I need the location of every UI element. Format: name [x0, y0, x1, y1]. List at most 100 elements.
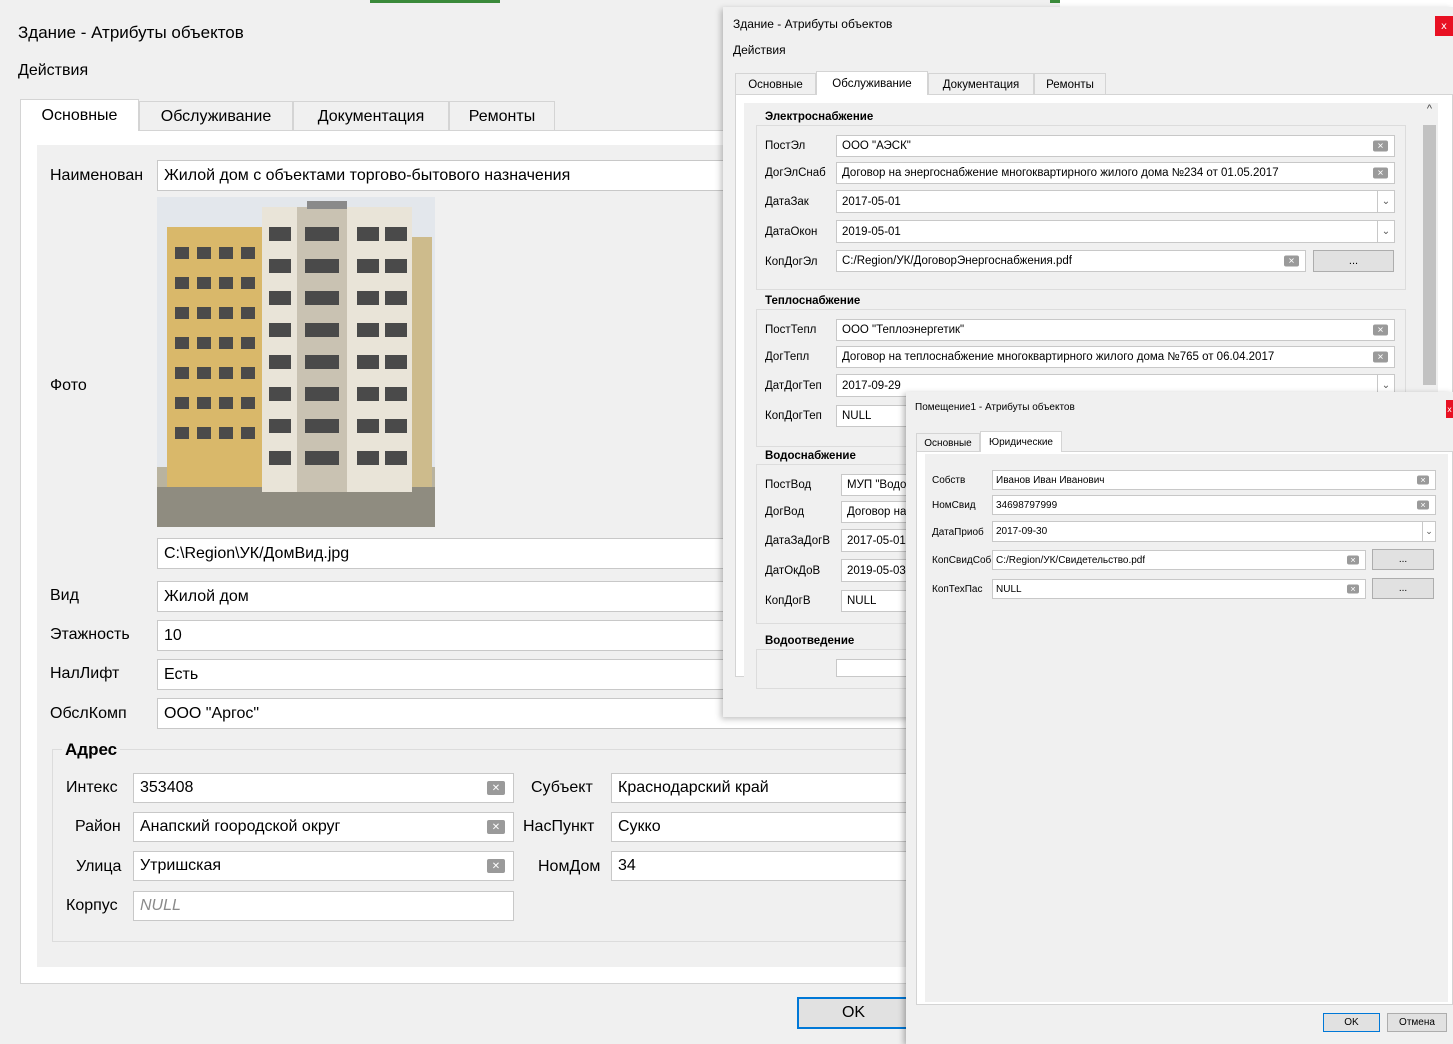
tab-bar: Основные Обслуживание Документация Ремон…	[20, 99, 555, 131]
room-attributes-window: Помещение1 - Атрибуты объектов x Основны…	[906, 392, 1453, 1044]
passport-browse-button[interactable]: ...	[1372, 578, 1434, 599]
window-title: Здание - Атрибуты объектов	[733, 17, 893, 31]
water-supplier-label: ПостВод	[765, 479, 812, 491]
house-label: НомДом	[538, 858, 601, 875]
water-date-from-label: ДатаЗаДогВ	[765, 535, 830, 547]
menu-actions[interactable]: Действия	[18, 62, 88, 80]
passport-field[interactable]: NULL ✕	[992, 579, 1366, 599]
clear-icon[interactable]: ✕	[1373, 351, 1388, 363]
tab-repairs[interactable]: Ремонты	[449, 101, 555, 131]
clear-icon[interactable]: ✕	[487, 859, 505, 873]
clear-icon[interactable]: ✕	[1347, 555, 1359, 565]
close-icon[interactable]: x	[1435, 16, 1453, 36]
water-date-to-label: ДатОкДоВ	[765, 565, 821, 577]
heat-contract-field[interactable]: Договор на теплоснабжение многоквартирно…	[836, 346, 1395, 368]
tab-bar: Основные Юридические	[916, 431, 1062, 452]
power-date-to-field[interactable]: 2019-05-01 ⌄	[836, 220, 1395, 243]
building-photo-image	[157, 197, 435, 527]
clear-icon[interactable]: ✕	[1417, 475, 1429, 485]
owner-label: Собств	[932, 475, 966, 486]
power-title: Электроснабжение	[762, 111, 877, 123]
window-title: Здание - Атрибуты объектов	[18, 23, 244, 42]
heat-supplier-label: ПостТепл	[765, 324, 817, 336]
power-date-from-field[interactable]: 2017-05-01 ⌄	[836, 190, 1395, 213]
index-label: Интекс	[66, 779, 118, 796]
heat-contract-label: ДогТепл	[765, 351, 810, 363]
clear-icon[interactable]: ✕	[1373, 167, 1388, 179]
power-copy-label: КопДогЭл	[765, 256, 818, 268]
clear-icon[interactable]: ✕	[1373, 140, 1388, 152]
tab-documentation[interactable]: Документация	[293, 101, 449, 131]
power-supplier-label: ПостЭл	[765, 140, 806, 152]
scrollbar-thumb[interactable]	[1423, 125, 1436, 385]
cert-copy-label: КопСвидСоб	[932, 555, 992, 566]
tab-main[interactable]: Основные	[20, 99, 139, 131]
close-icon[interactable]: x	[1446, 400, 1453, 418]
tab-legal[interactable]: Юридические	[980, 431, 1062, 452]
lift-label: НалЛифт	[50, 665, 120, 682]
window-title: Помещение1 - Атрибуты объектов	[915, 402, 1075, 413]
subject-label: Субъект	[531, 779, 593, 796]
ok-button[interactable]: OK	[797, 997, 910, 1029]
tab-repairs[interactable]: Ремонты	[1034, 73, 1106, 95]
heat-title: Теплоснабжение	[762, 295, 864, 307]
index-field[interactable]: 353408 ✕	[133, 773, 514, 803]
settlement-label: НасПункт	[523, 818, 595, 835]
cert-label: НомСвид	[932, 500, 976, 511]
building-label: Корпус	[66, 897, 118, 914]
sewer-title: Водоотведение	[762, 635, 858, 647]
power-contract-label: ДогЭлСнаб	[765, 167, 826, 179]
water-copy-label: КопДогВ	[765, 595, 811, 607]
power-copy-field[interactable]: C:/Region/УК/ДоговорЭнергоснабжения.pdf ✕	[836, 250, 1306, 272]
tab-main[interactable]: Основные	[916, 433, 980, 452]
tab-documentation[interactable]: Документация	[928, 73, 1034, 95]
owner-field[interactable]: Иванов Иван Иванович ✕	[992, 470, 1436, 490]
address-title: Адрес	[62, 740, 121, 760]
type-label: Вид	[50, 587, 79, 604]
heat-supplier-field[interactable]: ООО "Теплоэнергетик" ✕	[836, 319, 1395, 341]
heat-date-label: ДатДогТеп	[765, 380, 822, 392]
district-label: Район	[75, 818, 121, 835]
chevron-down-icon[interactable]: ⌄	[1377, 191, 1394, 212]
building-photo[interactable]	[157, 197, 435, 527]
heat-copy-label: КопДогТеп	[765, 410, 822, 422]
cancel-button[interactable]: Отмена	[1387, 1013, 1447, 1032]
menu-actions[interactable]: Действия	[733, 43, 786, 57]
power-date-from-label: ДатаЗак	[765, 196, 809, 208]
cert-copy-field[interactable]: C:/Region/УК/Свидетельство.pdf ✕	[992, 550, 1366, 570]
clear-icon[interactable]: ✕	[1347, 584, 1359, 594]
name-label: Наименован	[50, 167, 144, 184]
power-browse-button[interactable]: ...	[1313, 250, 1394, 272]
chevron-down-icon[interactable]: ⌄	[1377, 221, 1394, 242]
chevron-down-icon[interactable]: ⌄	[1422, 522, 1435, 541]
street-label: Улица	[76, 858, 122, 875]
power-contract-field[interactable]: Договор на энергоснабжение многоквартирн…	[836, 162, 1395, 184]
green-accent-line-right	[1050, 0, 1060, 3]
photo-label: Фото	[50, 377, 87, 394]
date-label: ДатаПриоб	[932, 527, 984, 538]
tab-bar: Основные Обслуживание Документация Ремон…	[735, 71, 1106, 95]
building-field[interactable]: NULL	[133, 891, 514, 921]
district-field[interactable]: Анапский гоородской округ ✕	[133, 812, 514, 842]
street-field[interactable]: Утришская ✕	[133, 851, 514, 881]
water-contract-label: ДогВод	[765, 506, 805, 518]
clear-icon[interactable]: ✕	[1373, 324, 1388, 336]
water-title: Водоснабжение	[762, 450, 859, 462]
cert-copy-browse-button[interactable]: ...	[1372, 549, 1434, 570]
cert-field[interactable]: 34698797999 ✕	[992, 495, 1436, 515]
clear-icon[interactable]: ✕	[487, 781, 505, 795]
company-label: ОбслКомп	[50, 705, 127, 722]
power-date-to-label: ДатаОкон	[765, 226, 818, 238]
tab-service[interactable]: Обслуживание	[139, 101, 293, 131]
ok-button[interactable]: OK	[1323, 1013, 1380, 1032]
clear-icon[interactable]: ✕	[1417, 500, 1429, 510]
floors-label: Этажность	[50, 626, 130, 643]
clear-icon[interactable]: ✕	[487, 820, 505, 834]
date-field[interactable]: 2017-09-30 ⌄	[992, 521, 1436, 542]
passport-label: КопТехПас	[932, 584, 983, 595]
tab-service[interactable]: Обслуживание	[816, 71, 928, 95]
tab-main[interactable]: Основные	[735, 73, 816, 95]
scroll-up-icon[interactable]: ^	[1421, 103, 1438, 121]
clear-icon[interactable]: ✕	[1284, 255, 1299, 267]
power-supplier-field[interactable]: ООО "АЭСК" ✕	[836, 135, 1395, 157]
